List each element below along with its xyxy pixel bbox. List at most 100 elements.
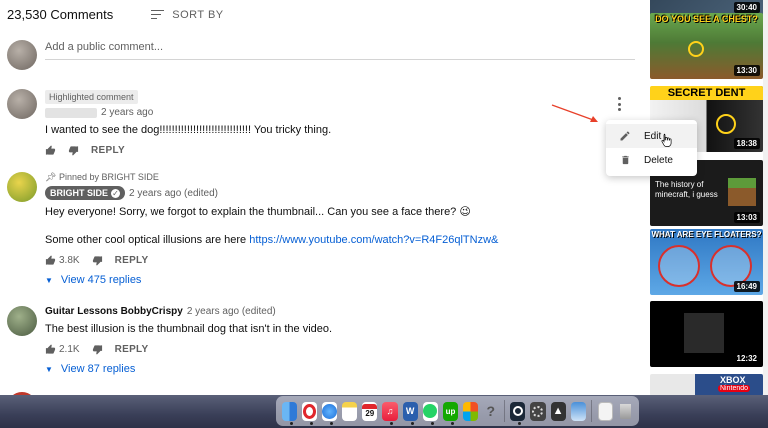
video-thumbnail-title: XBOX — [720, 375, 746, 385]
upwork-icon[interactable]: up — [442, 401, 459, 425]
pinned-label: 📌︎ Pinned by BRIGHT SIDE — [45, 172, 159, 182]
reply-button[interactable]: REPLY — [115, 344, 149, 355]
opera-icon[interactable] — [301, 401, 317, 425]
pixel-face-image — [684, 313, 724, 353]
video-thumbnail-subtitle: Nintendo — [718, 385, 751, 392]
add-comment-input[interactable]: Add a public comment... — [45, 40, 635, 60]
calendar-day: 29 — [365, 409, 375, 418]
steam-icon[interactable] — [510, 401, 526, 425]
video-duration: 30:40 — [733, 2, 760, 13]
comments-header: 23,530 Comments SORT BY — [7, 7, 224, 22]
grass-block-image — [728, 178, 756, 206]
dislike-button[interactable] — [92, 255, 103, 266]
comment-text-line: Some other cool optical illusions are he… — [45, 234, 247, 246]
comment-text: I wanted to see the dog!!!!!!!!!!!!!!!!!… — [45, 124, 332, 136]
macos-dock: 29 ♫ W up ? ▲ — [276, 396, 639, 426]
comment-link[interactable]: https://www.youtube.com/watch?v=R4F26qlT… — [249, 234, 498, 246]
music-icon[interactable]: ♫ — [382, 401, 398, 425]
avatar — [7, 172, 37, 202]
video-thumbnail[interactable]: XBOX Nintendo — [650, 374, 763, 396]
avatar — [7, 40, 37, 70]
safari-icon[interactable] — [321, 401, 338, 425]
view-replies-button[interactable]: ▼ View 87 replies — [45, 363, 637, 375]
dock-separator — [591, 400, 593, 422]
pin-icon: 📌︎ — [45, 172, 57, 182]
comment-author[interactable]: Guitar Lessons BobbyCrispy — [45, 306, 183, 317]
calendar-icon[interactable]: 29 — [362, 401, 378, 421]
dislike-button[interactable] — [68, 145, 79, 156]
whatsapp-icon[interactable] — [422, 401, 438, 425]
hand-cursor-icon — [661, 133, 672, 147]
trash-icon[interactable] — [618, 402, 633, 421]
comment-time[interactable]: 2 years ago (edited) — [129, 188, 218, 199]
like-button[interactable]: 2.1K — [45, 344, 80, 355]
video-duration: 16:49 — [733, 281, 760, 292]
trash-icon — [618, 154, 632, 166]
menu-item-edit[interactable]: Edit — [606, 124, 697, 148]
view-replies-button[interactable]: ▼ View 475 replies — [45, 274, 637, 286]
thumbs-down-icon — [92, 256, 102, 266]
video-thumbnail-title: SECRET DENT — [650, 86, 763, 100]
comments-section: 23,530 Comments SORT BY Add a public com… — [0, 0, 640, 395]
comment-time[interactable]: 2 years ago (edited) — [187, 306, 276, 317]
system-preferences-icon[interactable] — [530, 401, 546, 421]
chevron-down-icon: ▼ — [45, 275, 53, 285]
preview-icon[interactable] — [570, 401, 586, 421]
sort-by-label: SORT BY — [172, 8, 224, 21]
like-button[interactable] — [45, 145, 56, 156]
video-thumbnail-title: WHAT ARE EYE FLOATERS? — [651, 230, 762, 239]
sort-icon — [151, 9, 165, 20]
comment-context-menu: Edit Delete — [606, 120, 697, 176]
downloads-folder-icon[interactable] — [597, 401, 614, 421]
comment-item: Highlighted comment 2 years ago I wanted… — [7, 89, 637, 159]
pencil-icon — [618, 130, 632, 142]
sort-by-button[interactable]: SORT BY — [151, 9, 223, 21]
reply-button[interactable]: REPLY — [115, 255, 149, 266]
dislike-button[interactable] — [92, 344, 103, 355]
highlight-circle — [716, 114, 736, 134]
dock-separator — [503, 400, 505, 422]
highlight-circle — [688, 41, 704, 57]
video-thumbnail-title: The history of minecraft, i guess — [655, 180, 718, 199]
comment-text: Hey everyone! Sorry, we forgot to explai… — [45, 206, 471, 218]
thumbs-up-icon — [45, 255, 56, 265]
like-button[interactable]: 3.8K — [45, 255, 80, 266]
chevron-down-icon: ▼ — [45, 364, 53, 374]
thumbs-down-icon — [68, 146, 79, 156]
launchpad-icon[interactable] — [463, 401, 479, 421]
channel-owner-chip[interactable]: BRIGHT SIDE ✓ — [45, 186, 126, 200]
like-count: 3.8K — [59, 255, 80, 266]
video-duration: 13:03 — [733, 212, 760, 223]
word-icon[interactable]: W — [402, 401, 418, 425]
reply-button[interactable]: REPLY — [91, 145, 125, 156]
help-icon[interactable]: ? — [483, 402, 498, 421]
finder-icon[interactable] — [281, 401, 297, 425]
comment-action-menu-button[interactable] — [616, 97, 622, 111]
video-thumbnail[interactable]: DO YOU SEE A CHEST? 13:30 — [650, 13, 763, 79]
thumbs-up-icon — [45, 344, 56, 354]
avatar — [7, 89, 37, 119]
page-scrollbar[interactable] — [763, 0, 768, 395]
video-duration: 12:32 — [733, 353, 760, 364]
menu-item-delete[interactable]: Delete — [606, 148, 697, 172]
add-comment-row: Add a public comment... — [7, 40, 637, 70]
inkscape-icon[interactable]: ▲ — [550, 401, 566, 421]
thumbs-up-icon — [45, 145, 56, 155]
thumbs-down-icon — [92, 345, 102, 355]
video-duration: 18:38 — [733, 138, 760, 149]
annotation-arrow — [551, 104, 598, 122]
video-thumbnail-title: DO YOU SEE A CHEST? — [655, 14, 758, 24]
avatar — [7, 306, 37, 336]
comment-item: Guitar Lessons BobbyCrispy 2 years ago (… — [7, 306, 637, 386]
author-name-blurred — [45, 107, 97, 118]
video-thumbnail[interactable]: 12:32 — [650, 301, 763, 367]
video-thumbnail[interactable]: WHAT ARE EYE FLOATERS? 16:49 — [650, 229, 763, 295]
comment-time[interactable]: 2 years ago — [101, 107, 153, 118]
verified-icon: ✓ — [111, 188, 121, 198]
eye-circle-left — [658, 245, 700, 287]
comment-count: 23,530 Comments — [7, 7, 114, 22]
like-count: 2.1K — [59, 344, 80, 355]
related-videos-sidebar: 30:40 DO YOU SEE A CHEST? 13:30 SECRET D… — [650, 0, 768, 396]
notes-icon[interactable] — [342, 401, 358, 421]
comment-item: 📌︎ Pinned by BRIGHT SIDE BRIGHT SIDE ✓ 2 … — [7, 172, 637, 292]
